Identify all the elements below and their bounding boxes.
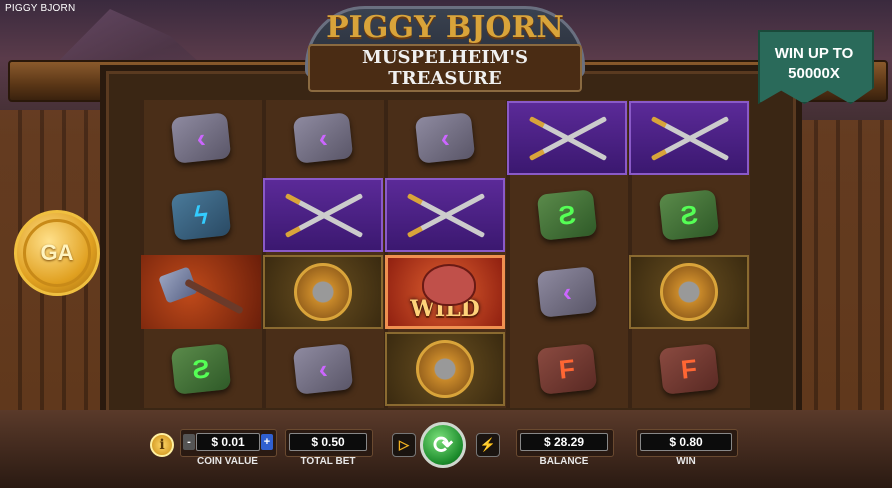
violet-rune-icon: ‹ [292,343,354,395]
viking-shield-icon [660,263,718,321]
app-title: PIGGY BJORN [5,3,76,14]
game-logo: PIGGY BJORN MUSPELHEIM'S TREASURE [305,6,585,92]
balance-display: $ 28.29 [520,433,608,451]
green-rune-icon: Ƨ [536,189,598,241]
war-hammer-icon [156,266,246,317]
logo-title: PIGGY BJORN [326,10,564,45]
win-label: WIN [676,456,696,467]
game-scene: ‹ ‹ ‹ ϟ Ƨ Ƨ WILD ‹ Ƨ ‹ F F PIGGY BJORN MUSPELHEIM'S… [0,0,892,488]
reel-symbol-shield [263,255,383,329]
reel-symbol-hammer [141,255,261,329]
reel-symbol-swords [263,178,383,252]
viking-shield-icon [416,340,474,398]
crossed-swords-icon [639,108,739,168]
crossed-swords-icon [273,185,373,245]
win-up-to-text: WIN UP TO 50000X [758,44,870,84]
coin-value-minus-button[interactable]: - [183,434,195,450]
crossed-swords-icon [517,108,617,168]
green-rune-icon: Ƨ [658,189,720,241]
reel-symbol-wild: WILD [385,255,505,329]
reel-symbol-red-rune: F [507,332,627,406]
violet-rune-icon: ‹ [536,266,598,318]
coin-value-plus-button[interactable]: + [261,434,273,450]
violet-rune-icon: ‹ [170,112,232,164]
reel-symbol-green-rune: Ƨ [507,178,627,252]
win-display: $ 0.80 [640,433,732,451]
reel-symbol-blue-rune: ϟ [141,178,261,252]
reel-symbol-green-rune: Ƨ [629,178,749,252]
reel-symbol-violet-rune: ‹ [385,101,505,175]
win-up-to-line2: 50000X [788,65,840,82]
total-bet-label: TOTAL BET [300,456,356,467]
crossed-swords-icon [395,185,495,245]
balance-label: BALANCE [539,456,589,467]
spin-button[interactable]: ⟳ [420,422,466,468]
turbo-button[interactable]: ⚡ [476,433,500,457]
piggy-bjorn-icon [422,264,476,306]
violet-rune-icon: ‹ [414,112,476,164]
ga-coin-text: GA [23,219,91,287]
ga-coin-logo: GA [14,210,100,296]
red-rune-icon: F [536,343,598,395]
reel-symbol-violet-rune: ‹ [263,101,383,175]
logo-subtitle: MUSPELHEIM'S TREASURE [308,44,582,92]
total-bet-display[interactable]: $ 0.50 [289,433,367,451]
reel-symbol-green-rune: Ƨ [141,332,261,406]
lightning-icon: ⚡ [479,437,497,452]
reel-symbol-shield [385,332,505,406]
reel-grid: ‹ ‹ ‹ ϟ Ƨ Ƨ WILD ‹ Ƨ ‹ F F [140,100,750,408]
reel-symbol-violet-rune: ‹ [507,255,627,329]
play-circle-icon: ▷ [399,437,409,452]
info-button[interactable]: i [150,433,174,457]
reel-symbol-swords [629,101,749,175]
reel-symbol-shield [629,255,749,329]
viking-shield-icon [294,263,352,321]
reel-symbol-violet-rune: ‹ [141,101,261,175]
refresh-icon: ⟳ [432,431,454,459]
coin-value-label: COIN VALUE [197,456,258,467]
red-rune-icon: F [658,343,720,395]
coin-value-display: $ 0.01 [196,433,260,451]
reel-symbol-swords [507,101,627,175]
autoplay-button[interactable]: ▷ [392,433,416,457]
green-rune-icon: Ƨ [170,343,232,395]
win-up-to-line1: WIN UP TO [774,45,854,62]
reel-symbol-violet-rune: ‹ [263,332,383,406]
reel-symbol-red-rune: F [629,332,749,406]
violet-rune-icon: ‹ [292,112,354,164]
reel-symbol-swords [385,178,505,252]
blue-rune-icon: ϟ [170,189,232,241]
